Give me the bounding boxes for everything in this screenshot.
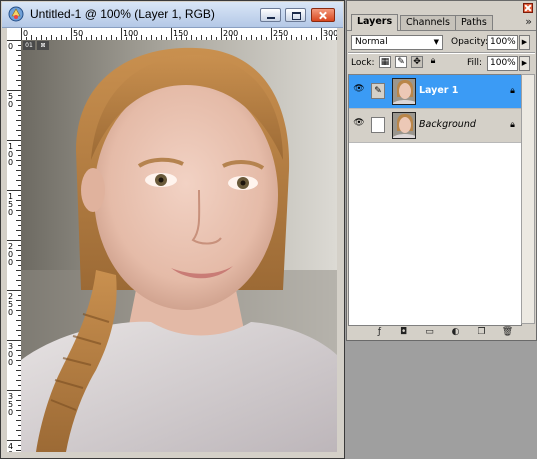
- portrait-photo: [21, 40, 337, 452]
- new-layer-icon[interactable]: ❐: [475, 326, 488, 338]
- lock-position-move-icon[interactable]: ✥: [411, 56, 423, 68]
- link-box[interactable]: [371, 117, 385, 133]
- trash-icon[interactable]: 🗑︎: [501, 326, 514, 338]
- document-window: Untitled-1 @ 100% (Layer 1, RGB) 0 50 100 1…: [0, 0, 345, 459]
- ruler-label: 0: [8, 258, 13, 267]
- layer-name: Layer 1: [419, 85, 459, 96]
- ruler-label: 200: [223, 29, 238, 38]
- adjustment-layer-icon[interactable]: ◐: [449, 326, 462, 338]
- fill-field[interactable]: 100%: [487, 56, 518, 71]
- eye-icon[interactable]: 👁︎: [351, 84, 367, 98]
- chevron-down-icon: ▼: [433, 38, 439, 46]
- layer-name: Background: [419, 119, 476, 130]
- lock-icon: 🔒︎: [510, 120, 515, 130]
- ruler-label: 0: [8, 358, 13, 367]
- tab-paths[interactable]: Paths: [455, 15, 493, 30]
- document-title: Untitled-1 @ 100% (Layer 1, RGB): [30, 7, 215, 21]
- tab-channels[interactable]: Channels: [400, 15, 456, 30]
- layers-list: 👁︎ ✎ Layer 1 🔒︎ 👁︎ Background 🔒︎: [348, 74, 522, 326]
- horizontal-ruler-ticks: 0 50 100 150 200 250 300: [21, 28, 337, 40]
- eye-icon[interactable]: 👁︎: [351, 118, 367, 132]
- ruler-label: 0: [8, 450, 13, 452]
- ruler-label: 50: [73, 29, 83, 38]
- layer-row-background[interactable]: 👁︎ Background 🔒︎: [349, 109, 521, 143]
- layers-scrollbar[interactable]: [521, 74, 535, 324]
- ruler-label: 300: [323, 29, 337, 38]
- blend-mode-select[interactable]: Normal ▼: [351, 35, 443, 50]
- vertical-ruler-ticks: 050100150200250300350400: [7, 40, 21, 452]
- opacity-field[interactable]: 100%: [487, 35, 518, 50]
- minimize-icon: [261, 9, 280, 21]
- ruler-label: 250: [273, 29, 288, 38]
- ruler-label: 0: [8, 308, 13, 317]
- layer-style-icon[interactable]: ƒ: [373, 326, 386, 338]
- lock-icon: 🔒︎: [510, 86, 515, 96]
- divider: [348, 52, 535, 54]
- marker-01: 01: [23, 41, 35, 50]
- layer-row-layer-1[interactable]: 👁︎ ✎ Layer 1 🔒︎: [349, 75, 521, 109]
- ruler-label: 0: [8, 158, 13, 167]
- maximize-icon: [286, 9, 305, 21]
- palette-close-button[interactable]: [523, 3, 533, 13]
- layer-thumbnail: [392, 112, 416, 139]
- vertical-ruler[interactable]: 050100150200250300350400: [7, 40, 22, 452]
- opacity-label: Opacity:: [451, 37, 488, 47]
- lock-image-brush-icon[interactable]: ✎: [395, 56, 407, 68]
- ruler-label: 0: [8, 208, 13, 217]
- close-icon: [312, 9, 334, 21]
- tab-layers[interactable]: Layers: [351, 14, 399, 31]
- layers-bottom-toolbar: ƒ ◘ ▭ ◐ ❐ 🗑︎: [347, 324, 536, 340]
- new-set-icon[interactable]: ▭: [423, 326, 436, 338]
- ruler-label: 0: [8, 100, 13, 109]
- layers-palette: Layers Channels Paths » Normal ▼ Opacity…: [346, 0, 537, 341]
- lock-label: Lock:: [351, 58, 375, 68]
- photoshop-app-icon: [8, 6, 24, 22]
- ruler-label: 100: [123, 29, 138, 38]
- minimize-button[interactable]: [260, 8, 281, 22]
- ruler-label: 0: [8, 408, 13, 417]
- palette-menu-icon[interactable]: »: [525, 15, 532, 28]
- lock-transparency-icon[interactable]: ▦: [379, 56, 391, 68]
- fill-label: Fill:: [467, 58, 483, 68]
- ruler-label: 0: [23, 29, 28, 38]
- opacity-slider-button[interactable]: ▶: [519, 35, 530, 50]
- palette-tabs: Layers Channels Paths: [347, 13, 536, 31]
- document-title-bar[interactable]: Untitled-1 @ 100% (Layer 1, RGB): [2, 2, 343, 28]
- blend-mode-value: Normal: [355, 37, 388, 47]
- layer-mask-icon[interactable]: ◘: [397, 326, 410, 338]
- layer-thumbnail: [392, 78, 416, 105]
- ruler-label: 150: [173, 29, 188, 38]
- document-markers: 01 ⊠: [23, 41, 49, 50]
- document-canvas[interactable]: [21, 40, 337, 452]
- ruler-label: 0: [8, 42, 13, 51]
- marker-box: ⊠: [37, 41, 49, 50]
- brush-icon[interactable]: ✎: [371, 83, 385, 99]
- fill-slider-button[interactable]: ▶: [519, 56, 530, 71]
- maximize-button[interactable]: [285, 8, 306, 22]
- lock-all-icon[interactable]: 🔒︎: [427, 56, 439, 68]
- close-button[interactable]: [311, 8, 335, 22]
